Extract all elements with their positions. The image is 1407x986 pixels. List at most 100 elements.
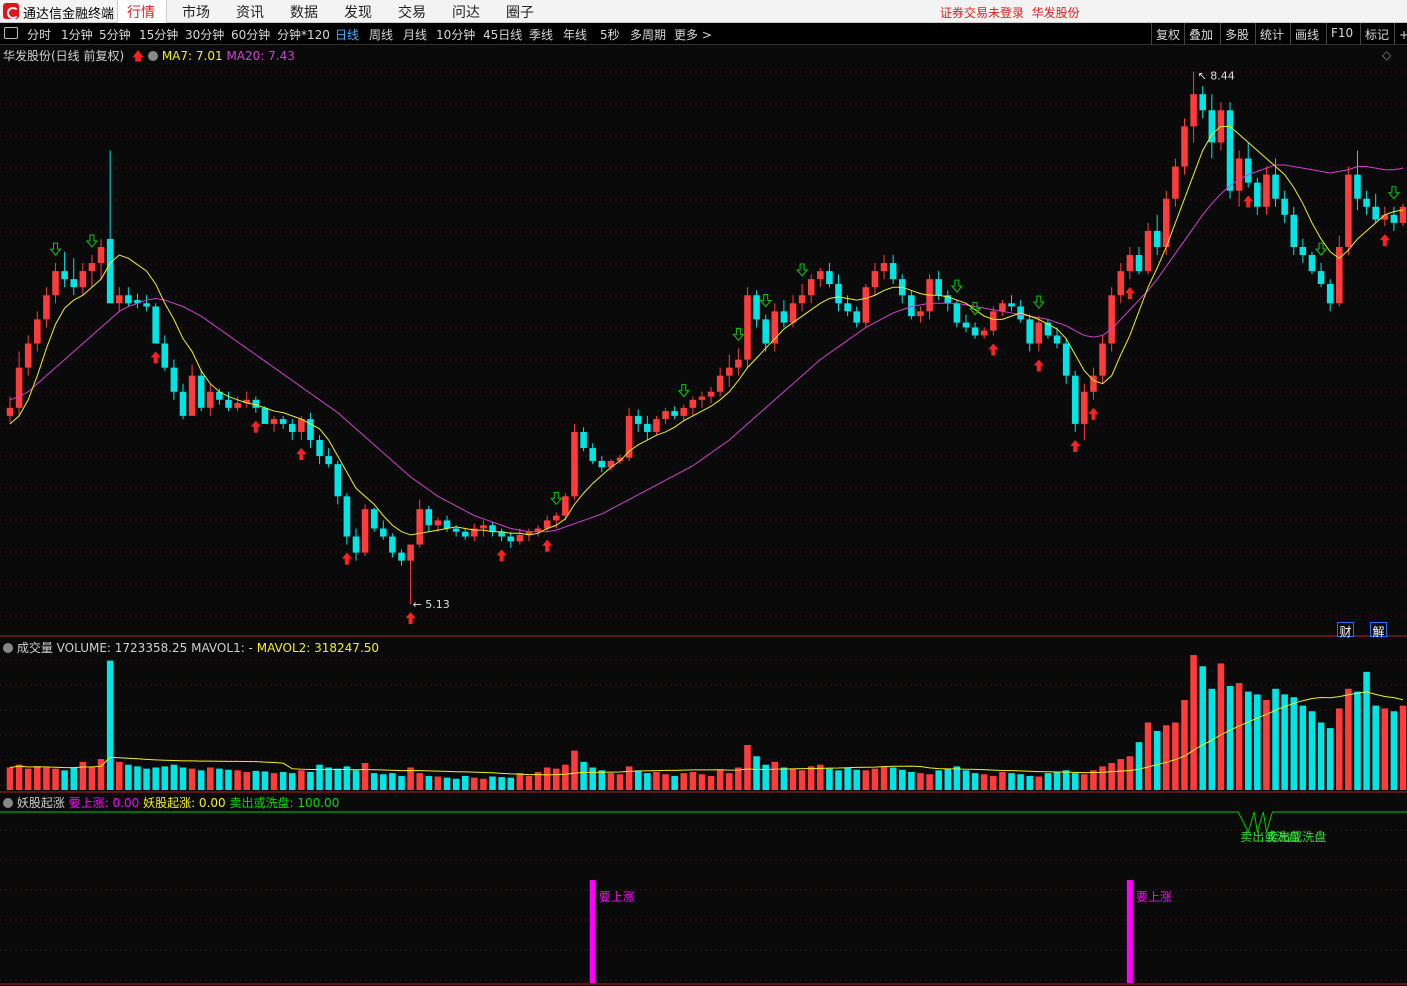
candle-body	[1254, 182, 1261, 207]
indicator-dropdown-icon[interactable]	[3, 798, 13, 808]
volume-dropdown-icon[interactable]	[3, 643, 13, 653]
volume-bar	[179, 767, 187, 790]
sell-arrow-icon	[796, 263, 809, 277]
candle-body	[689, 399, 697, 408]
finance-mark-icon[interactable]: 财	[1337, 622, 1354, 639]
volume-bar	[1035, 776, 1043, 790]
candle-body	[225, 399, 232, 408]
indicator-monster-value: 妖股起涨: 0.00	[143, 796, 226, 810]
candle-body	[871, 271, 879, 288]
volume-bar	[170, 764, 178, 790]
volume-bar	[908, 772, 915, 790]
candle-body	[753, 295, 760, 320]
volume-bar	[1381, 708, 1389, 790]
volume-bar	[662, 774, 669, 790]
candle-body	[461, 531, 469, 537]
volume-bar	[79, 761, 87, 790]
candle-body	[844, 303, 851, 312]
volume-bar	[1281, 694, 1288, 790]
volume-bar	[1062, 770, 1070, 790]
candle-body	[43, 295, 50, 320]
volume-bar	[680, 773, 688, 790]
volume-bar	[789, 768, 797, 790]
rise-signal-label: 要上涨	[599, 889, 635, 904]
volume-bar	[480, 778, 487, 790]
candle-body	[1053, 335, 1061, 344]
candle-body	[1345, 174, 1352, 247]
explain-mark-icon[interactable]: 解	[1370, 622, 1387, 639]
volume-bar	[944, 768, 952, 790]
kline-chart[interactable]: ↖ 8.44← 5.13卖出或洗盘卖出或洗盘要上涨 要上涨	[0, 0, 1407, 986]
candle-body	[1108, 295, 1115, 344]
candle-body	[143, 303, 150, 307]
sell-arrow-icon	[732, 327, 745, 342]
buy-arrow-icon	[542, 539, 553, 552]
candle-body	[1026, 319, 1033, 344]
volume-bar	[898, 769, 906, 790]
candle-body	[288, 423, 296, 432]
volume-bar	[398, 775, 405, 790]
candle-body	[1153, 230, 1161, 247]
candle-body	[662, 411, 669, 420]
volume-bar	[489, 776, 496, 790]
buy-arrow-icon	[341, 552, 352, 565]
volume-bar	[307, 772, 314, 790]
candle-body	[1135, 255, 1143, 272]
volume-bar	[735, 767, 742, 790]
volume-bar	[980, 774, 988, 790]
candle-body	[807, 279, 815, 296]
candle-body	[1172, 166, 1179, 199]
volume-bar	[370, 773, 378, 790]
sell-arrow-icon	[49, 242, 62, 256]
candle-body	[1263, 174, 1270, 207]
volume-bar	[653, 772, 660, 790]
sell-arrow-icon	[677, 384, 690, 398]
candle-body	[1126, 255, 1134, 272]
candle-body	[735, 359, 742, 368]
candle-body	[1190, 94, 1197, 127]
candle-body	[334, 464, 342, 497]
volume-bar	[1244, 691, 1252, 790]
volume-bar	[698, 774, 706, 790]
volume-bar	[70, 767, 78, 790]
sell-arrow-icon	[1314, 242, 1328, 256]
candle-body	[1272, 174, 1279, 199]
candle-body	[1399, 206, 1407, 223]
candle-body	[407, 544, 414, 561]
volume-bar	[279, 772, 287, 790]
volume-bar	[971, 773, 979, 790]
volume-bar	[1053, 772, 1061, 790]
volume-bar	[52, 768, 59, 790]
candle-body	[780, 311, 788, 323]
indicator-rise-value: 要上涨: 0.00	[68, 796, 140, 810]
candle-body	[671, 411, 678, 416]
volume-bar	[1363, 671, 1370, 790]
volume-bar	[762, 764, 769, 790]
volume-bar	[452, 778, 460, 790]
rise-signal-label: 要上涨	[1136, 889, 1172, 904]
candle-body	[152, 306, 159, 344]
indicator-title: 妖股起涨	[16, 796, 65, 810]
volume-bar	[161, 766, 169, 790]
candle-body	[179, 391, 187, 416]
sell-arrow-icon	[1032, 295, 1045, 309]
volume-bar	[853, 769, 861, 790]
high-price-label: ↖ 8.44	[1198, 70, 1235, 83]
volume-bar	[380, 774, 387, 790]
candle-body	[1144, 230, 1152, 272]
volume-bar	[552, 768, 560, 790]
volume-bar	[671, 775, 678, 790]
volume-bar	[598, 770, 606, 790]
volume-bar	[1163, 725, 1170, 790]
rise-signal-bar	[589, 880, 596, 983]
candle-body	[971, 327, 979, 336]
buy-arrow-icon	[1124, 287, 1135, 300]
volume-bar	[826, 768, 833, 790]
candle-body	[261, 407, 269, 424]
candle-body	[97, 246, 105, 264]
volume-bar	[498, 777, 505, 790]
candle-body	[61, 271, 68, 280]
candle-body	[680, 407, 688, 416]
volume-bar	[807, 766, 815, 790]
candle-body	[115, 295, 123, 304]
